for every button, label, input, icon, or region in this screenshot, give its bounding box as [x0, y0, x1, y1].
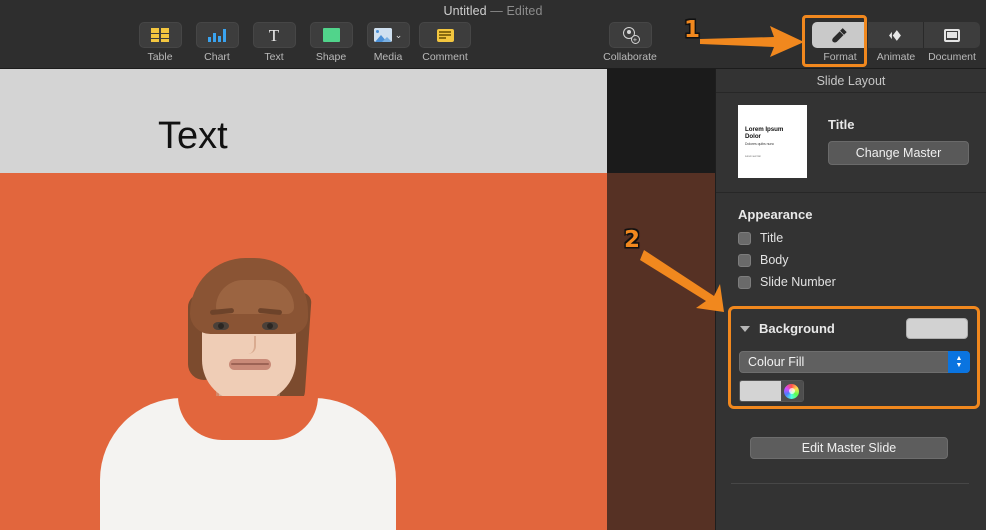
appearance-section: Appearance Title Body Slide Number [716, 193, 986, 289]
toolbar-button-collaborate[interactable]: + Collaborate [602, 22, 658, 63]
toolbar: Untitled — Edited Table Chart T [0, 0, 986, 69]
keynote-window: Untitled — Edited Table Chart T [0, 0, 986, 530]
slide-background-image[interactable] [0, 173, 607, 530]
toolbar-button-format[interactable]: Format [812, 22, 868, 63]
format-brush-svg [830, 27, 849, 44]
checkbox-label-slide-number: Slide Number [760, 275, 836, 289]
animate-diamond-svg [887, 28, 905, 43]
format-brush-icon [812, 22, 868, 48]
toolbar-right-group: Format Animate Document [812, 22, 980, 63]
master-slide-info: Title Change Master [828, 105, 969, 165]
document-name: Untitled [444, 4, 487, 18]
toolbar-left-group: Table Chart T Text Shape [134, 22, 471, 63]
sidebar-divider [731, 483, 969, 484]
chart-icon [196, 22, 239, 48]
shirt [100, 398, 396, 530]
checkbox-label-title: Title [760, 231, 783, 245]
thumbnail-line-3: Lorem sed nisi [745, 155, 800, 158]
appearance-row-title[interactable]: Title [738, 231, 986, 245]
canvas-outside-area [607, 69, 715, 530]
thumbnail-line-1: Lorem Ipsum Dolor [745, 126, 800, 140]
comment-icon [419, 22, 471, 48]
toolbar-collaborate-group: + Collaborate [602, 22, 658, 63]
annotation-number-1: 1 [684, 17, 700, 43]
toolbar-label-chart: Chart [204, 51, 230, 63]
annotation-number-2: 2 [624, 227, 640, 253]
toolbar-label-format: Format [823, 51, 856, 63]
sidebar-header-slide-layout: Slide Layout [716, 69, 986, 93]
toolbar-label-collaborate: Collaborate [603, 51, 657, 63]
table-icon [139, 22, 182, 48]
animate-diamond-icon [868, 22, 924, 48]
toolbar-button-media[interactable]: ⌄ Media [362, 22, 414, 63]
toolbar-button-text[interactable]: T Text [248, 22, 300, 63]
shape-icon [310, 22, 353, 48]
toolbar-label-table: Table [147, 51, 172, 63]
appearance-row-body[interactable]: Body [738, 253, 986, 267]
slide-title-text[interactable]: Text [158, 113, 228, 173]
eye-left [213, 322, 229, 330]
toolbar-label-text: Text [264, 51, 283, 63]
window-title: Untitled — Edited [0, 4, 986, 18]
checkbox-label-body: Body [760, 253, 789, 267]
text-icon: T [253, 22, 296, 48]
chevron-down-icon: ⌄ [395, 30, 403, 41]
document-status: Edited [506, 4, 542, 18]
appearance-row-slide-number[interactable]: Slide Number [738, 275, 986, 289]
toolbar-button-comment[interactable]: Comment [419, 22, 471, 63]
background-highlight-box [728, 306, 980, 409]
mouth [229, 359, 271, 370]
master-slide-thumbnail[interactable]: Lorem Ipsum Dolor Dolores quibs nunc Lor… [738, 105, 807, 178]
checkbox-slide-number[interactable] [738, 276, 751, 289]
document-icon [924, 22, 980, 48]
toolbar-button-table[interactable]: Table [134, 22, 186, 63]
format-sidebar: Slide Layout Lorem Ipsum Dolor Dolores q… [715, 69, 986, 530]
toolbar-label-document: Document [928, 51, 976, 63]
slide-canvas[interactable]: Text [0, 69, 607, 530]
checkbox-body[interactable] [738, 254, 751, 267]
edit-master-slide-button[interactable]: Edit Master Slide [750, 437, 948, 459]
slide-canvas-area[interactable]: Text [0, 69, 715, 530]
toolbar-button-animate[interactable]: Animate [868, 22, 924, 63]
person-photo [98, 230, 398, 530]
appearance-heading: Appearance [738, 207, 986, 222]
change-master-button[interactable]: Change Master [828, 141, 969, 165]
toolbar-button-chart[interactable]: Chart [191, 22, 243, 63]
eye-right [262, 322, 278, 330]
checkbox-title[interactable] [738, 232, 751, 245]
collaborate-icon: + [609, 22, 652, 48]
toolbar-button-shape[interactable]: Shape [305, 22, 357, 63]
toolbar-button-document[interactable]: Document [924, 22, 980, 63]
toolbar-label-animate: Animate [877, 51, 916, 63]
toolbar-label-shape: Shape [316, 51, 346, 63]
thumbnail-line-2: Dolores quibs nunc [745, 142, 800, 146]
master-slide-name: Title [828, 117, 969, 132]
document-dash: — [490, 4, 503, 18]
toolbar-label-media: Media [374, 51, 403, 63]
master-slide-section: Lorem Ipsum Dolor Dolores quibs nunc Lor… [716, 93, 986, 193]
media-icon: ⌄ [367, 22, 410, 48]
toolbar-label-comment: Comment [422, 51, 468, 63]
